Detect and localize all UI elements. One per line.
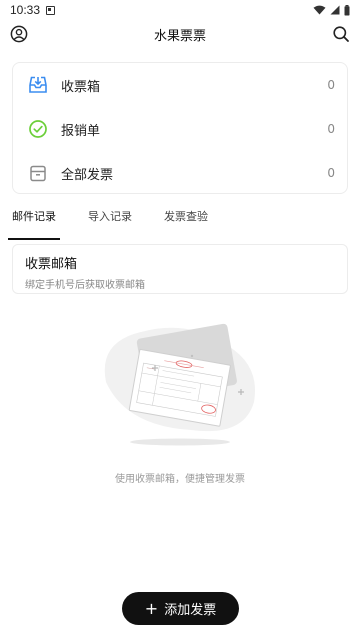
status-bar: 10:33 [0, 0, 360, 20]
search-icon [333, 26, 349, 42]
mailbox-title: 收票邮箱 [25, 257, 78, 272]
page-title: 水果票票 [153, 28, 206, 44]
tab-email-records[interactable]: 邮件记录 [8, 208, 60, 240]
empty-invoice-illustration [104, 323, 256, 446]
empty-state-text: 使用收票邮箱，便捷管理发票 [115, 474, 245, 485]
summary-row-count: 0 [327, 122, 335, 136]
user-circle-icon [10, 25, 28, 43]
summary-row-label: 报销单 [61, 123, 101, 139]
summary-card: 收票箱 0 报销单 0 全部发票 0 [12, 62, 348, 194]
summary-row-count: 0 [327, 78, 335, 92]
record-tabs: 邮件记录 导入记录 发票查验 [8, 208, 240, 240]
check-circle-icon [29, 120, 47, 138]
summary-row-all-invoices[interactable]: 全部发票 0 [13, 151, 349, 195]
page-content: 收票箱 0 报销单 0 全部发票 0 邮件记录 导入记录 发票查验 收票邮箱 绑… [0, 48, 360, 640]
status-icons [313, 4, 350, 16]
mailbox-card[interactable]: 收票邮箱 绑定手机号后获取收票邮箱 [12, 244, 348, 294]
signal-icon [330, 5, 340, 15]
summary-row-count: 0 [327, 166, 335, 180]
add-invoice-label: 添加发票 [164, 603, 217, 618]
summary-row-label: 收票箱 [61, 79, 101, 95]
inbox-icon [29, 76, 47, 93]
mailbox-subtitle: 绑定手机号后获取收票邮箱 [25, 280, 145, 291]
search-button[interactable] [332, 25, 350, 43]
wifi-icon [313, 5, 326, 15]
tab-invoice-verify[interactable]: 发票查验 [164, 208, 208, 236]
archive-box-icon [30, 165, 46, 182]
add-invoice-button[interactable]: + 添加发票 [122, 592, 239, 625]
summary-row-reimbursement[interactable]: 报销单 0 [13, 107, 349, 151]
notification-icon [46, 5, 56, 15]
battery-icon [344, 4, 350, 15]
app-bar: 水果票票 [0, 20, 360, 48]
profile-button[interactable] [10, 25, 28, 43]
status-time: 10:33 [10, 3, 41, 17]
summary-row-inbox[interactable]: 收票箱 0 [13, 63, 349, 107]
tab-import-records[interactable]: 导入记录 [88, 208, 132, 236]
summary-row-label: 全部发票 [61, 167, 114, 183]
plus-icon: + [144, 598, 159, 618]
